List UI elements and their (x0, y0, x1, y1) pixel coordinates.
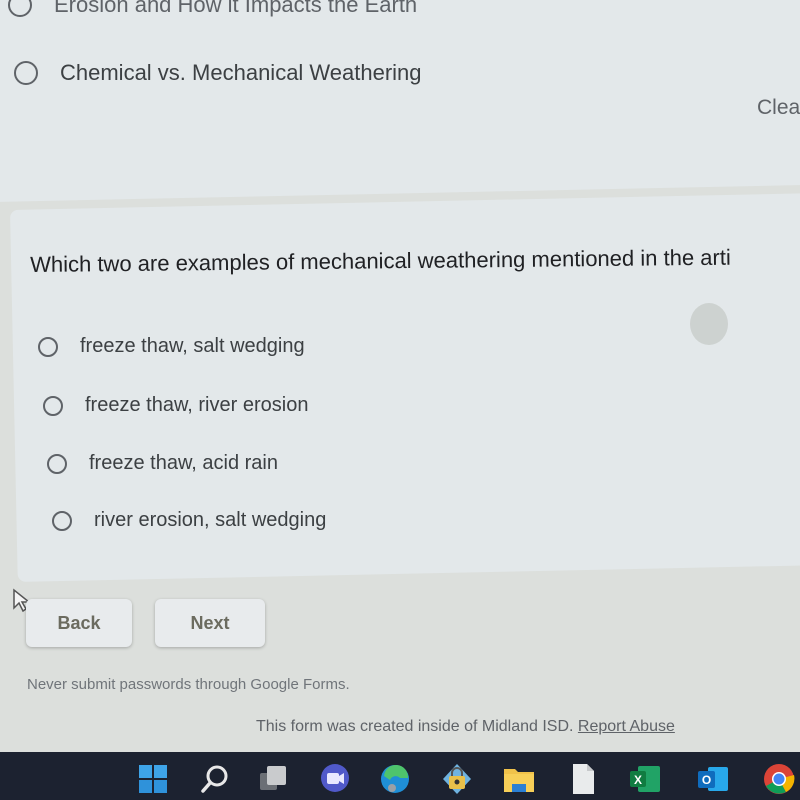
option-label: Chemical vs. Mechanical Weathering (60, 60, 422, 85)
screen-smudge (690, 303, 728, 345)
option-label: river erosion, salt wedging (94, 509, 327, 531)
radio-button[interactable] (47, 453, 67, 474)
created-inside-text: This form was created inside of Midland … (256, 718, 578, 735)
option-label: Erosion and How it Impacts the Earth (54, 0, 418, 17)
radio-button[interactable] (14, 61, 38, 85)
chrome-icon[interactable] (762, 762, 796, 796)
option-river-erosion-salt-wedging[interactable]: river erosion, salt wedging (52, 509, 326, 532)
blank-document-icon[interactable] (566, 762, 600, 796)
footer-created-text: This form was created inside of Midland … (256, 718, 675, 736)
task-view-icon[interactable] (256, 762, 290, 796)
option-freeze-thaw-river-erosion[interactable]: freeze thaw, river erosion (43, 394, 308, 417)
previous-option-chemical-vs-mechanical[interactable]: Chemical vs. Mechanical Weathering (14, 60, 422, 86)
edge-icon[interactable] (378, 762, 412, 796)
option-label: freeze thaw, salt wedging (80, 335, 305, 357)
security-lock-icon[interactable] (440, 762, 474, 796)
next-button[interactable]: Next (155, 599, 265, 647)
file-explorer-icon[interactable] (502, 762, 536, 796)
radio-button[interactable] (52, 510, 72, 531)
radio-button[interactable] (43, 395, 63, 416)
windows-start-icon[interactable] (136, 762, 170, 796)
back-button[interactable]: Back (26, 599, 132, 647)
password-warning: Never submit passwords through Google Fo… (27, 676, 350, 693)
option-label: freeze thaw, acid rain (89, 452, 278, 474)
excel-icon[interactable]: X (628, 762, 662, 796)
previous-option-erosion[interactable]: Erosion and How it Impacts the Earth (8, 0, 417, 18)
svg-text:X: X (634, 773, 642, 787)
previous-question-card (0, 0, 800, 202)
teams-meet-icon[interactable] (318, 762, 352, 796)
search-icon[interactable] (198, 762, 232, 796)
radio-button[interactable] (8, 0, 32, 17)
report-abuse-link[interactable]: Report Abuse (578, 718, 675, 735)
clear-selection-link[interactable]: Clea (757, 96, 800, 120)
option-label: freeze thaw, river erosion (85, 394, 309, 416)
outlook-icon[interactable]: O (696, 762, 730, 796)
svg-text:O: O (702, 773, 711, 787)
option-freeze-thaw-salt-wedging[interactable]: freeze thaw, salt wedging (38, 335, 305, 358)
option-freeze-thaw-acid-rain[interactable]: freeze thaw, acid rain (47, 452, 278, 475)
radio-button[interactable] (38, 336, 58, 357)
